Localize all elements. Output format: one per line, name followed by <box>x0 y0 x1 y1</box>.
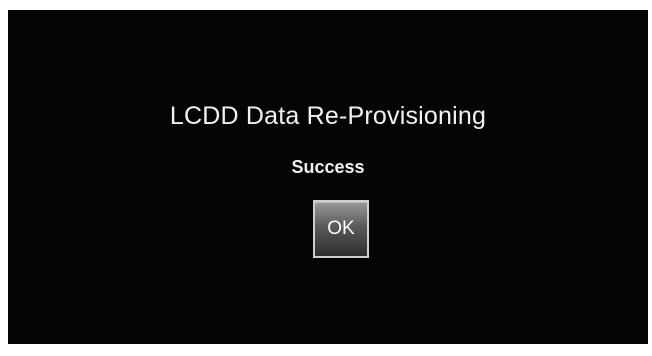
ok-button[interactable]: OK <box>313 200 369 258</box>
dialog-title: LCDD Data Re-Provisioning <box>169 102 487 130</box>
ok-button-label: OK <box>327 218 355 239</box>
status-message: Success <box>291 157 365 177</box>
display-screen: LCDD Data Re-Provisioning Success OK <box>8 10 648 344</box>
